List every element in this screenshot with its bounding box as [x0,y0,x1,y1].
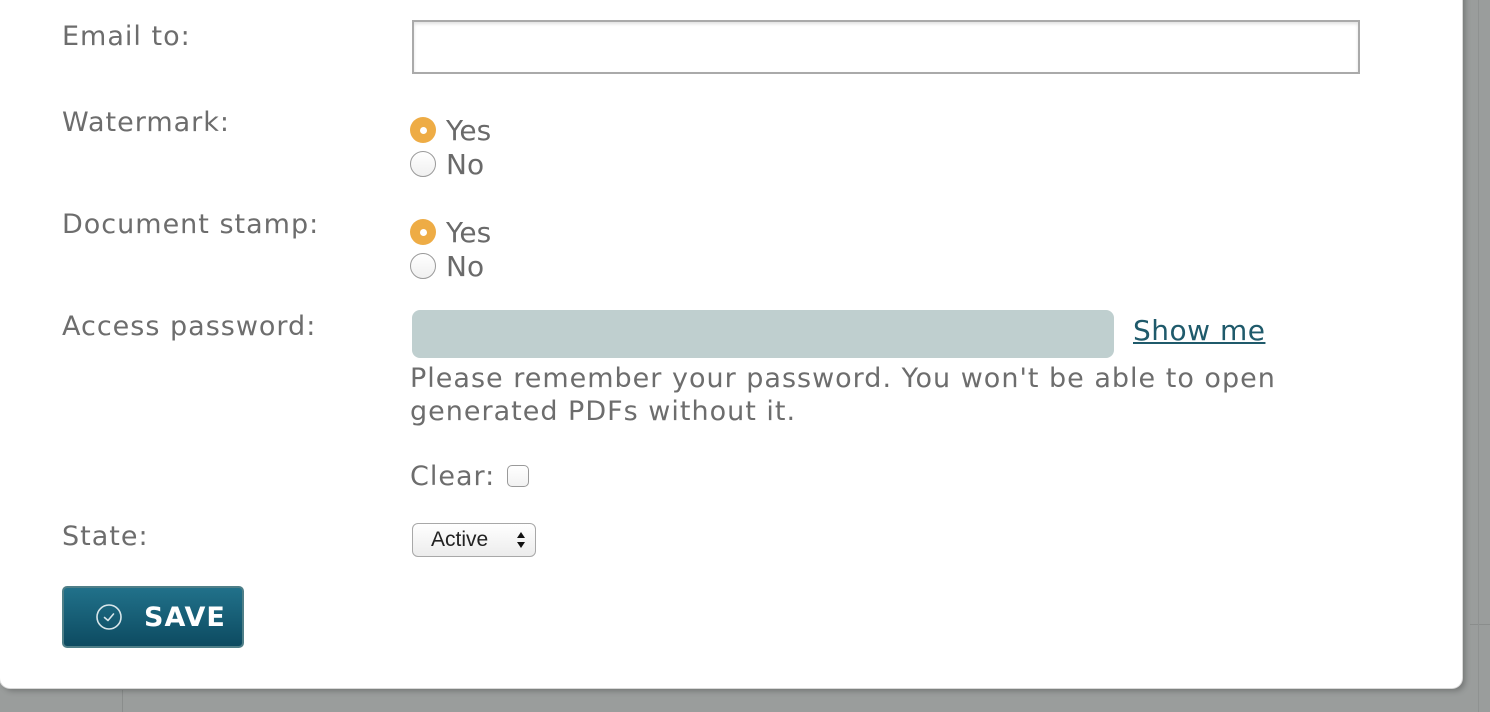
save-button[interactable]: SAVE [62,586,244,648]
stamp-no-radio[interactable] [410,253,436,279]
check-circle-icon [96,604,122,630]
watermark-yes-option[interactable]: Yes [410,113,491,147]
clear-row: Clear: [410,458,530,494]
watermark-no-radio[interactable] [410,151,436,177]
password-field[interactable] [412,310,1114,358]
watermark-label: Watermark: [62,107,231,138]
watermark-yes-label: Yes [446,113,492,147]
select-arrows-icon [517,532,525,548]
stamp-yes-radio[interactable] [410,219,436,245]
document-stamp-label: Document stamp: [62,209,320,240]
backdrop-divider [1478,0,1479,712]
email-field[interactable] [412,20,1360,74]
watermark-no-option[interactable]: No [410,147,484,181]
clear-label: Clear: [410,460,496,492]
state-selected-value: Active [431,528,489,551]
watermark-yes-radio[interactable] [410,117,436,143]
backdrop-divider [1470,624,1490,625]
stamp-no-option[interactable]: No [410,249,484,283]
stamp-yes-label: Yes [446,215,492,249]
stamp-no-label: No [446,249,485,283]
settings-dialog: Email to: Watermark: Yes No Document sta… [0,0,1462,688]
watermark-no-label: No [446,147,485,181]
access-password-label: Access password: [62,311,317,342]
backdrop-divider [122,690,123,712]
save-button-label: SAVE [144,601,226,633]
show-password-link[interactable]: Show me [1133,314,1265,347]
clear-checkbox[interactable] [507,465,530,487]
state-label: State: [62,521,149,552]
state-select[interactable]: Active [412,523,536,557]
stamp-yes-option[interactable]: Yes [410,215,491,249]
email-label: Email to: [62,21,191,52]
password-hint: Please remember your password. You won't… [410,363,1276,427]
